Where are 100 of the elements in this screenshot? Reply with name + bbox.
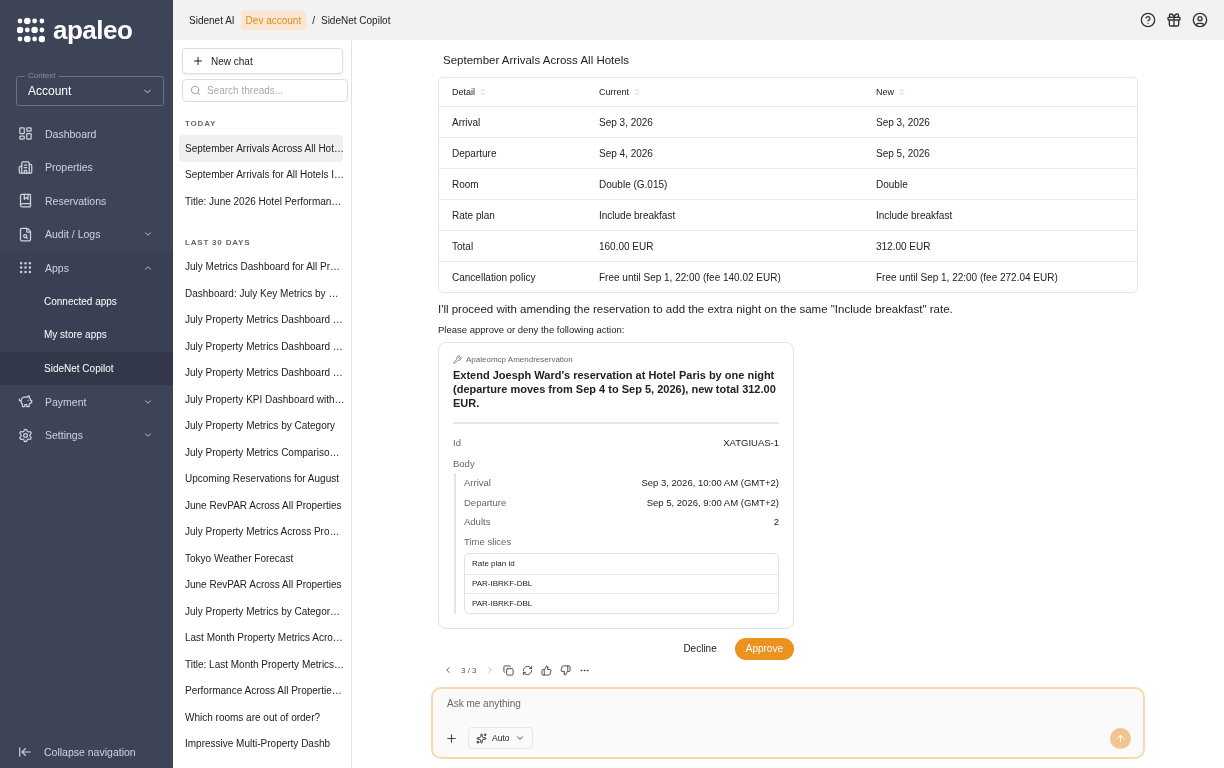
- user-icon[interactable]: [1192, 12, 1208, 28]
- nav-icon: [18, 427, 33, 443]
- thread-item[interactable]: June RevPAR Across All Properties: [179, 492, 343, 519]
- table-cell-text: Double (G.015): [599, 178, 669, 190]
- refresh-icon[interactable]: [521, 664, 533, 676]
- thread-item[interactable]: Impressive Multi-Property Dashb: [179, 730, 343, 757]
- thread-item[interactable]: July Metrics Dashboard for All Pr…: [179, 253, 343, 280]
- thread-item[interactable]: Title: Last Month Property Metrics…: [179, 651, 343, 678]
- breadcrumb-item[interactable]: SideNet Copilot: [320, 14, 391, 26]
- thread-item[interactable]: July Property Metrics Across Pro…: [179, 518, 343, 545]
- column-header[interactable]: Current: [599, 87, 629, 97]
- table-cell-text: Total: [452, 240, 475, 252]
- nav-subitem[interactable]: Connected apps: [0, 284, 173, 318]
- thread-item[interactable]: July Property Metrics by Categor…: [179, 598, 343, 625]
- breadcrumb-separator: /: [312, 14, 315, 26]
- table-cell-text: Room: [452, 178, 480, 190]
- field-label: Body: [453, 457, 475, 469]
- account-badge: Dev account: [240, 10, 307, 30]
- nav-subitem[interactable]: My store apps: [0, 318, 173, 352]
- table-cell-text: Sep 4, 2026: [599, 147, 654, 159]
- thread-item[interactable]: Tokyo Weather Forecast: [179, 545, 343, 572]
- thread-item[interactable]: July Property Metrics by Category: [179, 412, 343, 439]
- collapse-icon: [18, 745, 32, 759]
- thread-item[interactable]: Dashboard: July Key Metrics by …: [179, 280, 343, 307]
- thread-item[interactable]: Which rooms are out of order?: [179, 704, 343, 731]
- table-cell-text: Free until Sep 1, 22:00 (fee 272.04 EUR): [876, 271, 1059, 283]
- sparkles-icon: [476, 732, 487, 744]
- nav-item[interactable]: Dashboard: [0, 117, 173, 151]
- table-cell-text: Free until Sep 1, 22:00 (fee 140.02 EUR): [599, 271, 782, 283]
- search-icon: [190, 85, 201, 96]
- thread-item[interactable]: July Property Metrics Dashboard …: [179, 306, 343, 333]
- table-cell-text: 312.00 EUR: [876, 240, 932, 252]
- column-header[interactable]: Detail: [452, 87, 475, 97]
- new-chat-button[interactable]: New chat: [182, 48, 343, 74]
- thread-item[interactable]: July Property Metrics Dashboard …: [179, 333, 343, 360]
- field-value: Sep 3, 2026, 10:00 AM (GMT+2): [641, 477, 779, 489]
- thread-item[interactable]: Performance Across All Propertie…: [179, 677, 343, 704]
- table-cell: PAR-IBRKF-DBL: [472, 598, 533, 608]
- table-cell-text: Sep 3, 2026: [599, 116, 654, 128]
- logo-text: apaleo: [53, 14, 133, 46]
- table-cell-text: Departure: [452, 147, 498, 159]
- nav-icon: [18, 260, 33, 276]
- message-text: I'll proceed with amending the reservation to add the extra night on the same "Include breakfast" rate.: [438, 303, 954, 315]
- section-heading: TODAY: [184, 118, 218, 130]
- arrow-up-icon: [1115, 732, 1126, 744]
- field-label: Adults: [464, 516, 491, 528]
- table-cell-text: Rate plan: [452, 209, 496, 221]
- table-cell-text: Arrival: [452, 116, 482, 128]
- logo-icon: [17, 17, 45, 43]
- message-field[interactable]: Ask me anything: [445, 697, 1131, 710]
- thread-item[interactable]: September Arrivals for All Hotels I…: [179, 161, 343, 188]
- field-label: Departure: [464, 496, 507, 508]
- field-label: Time slices: [464, 535, 512, 547]
- thumbs-up-icon[interactable]: [540, 664, 552, 676]
- action-summary: Extend Joesph Ward's reservation at Hotel Paris by one night (departure moves from Sep 4 to Sep 5, 2026), new total 312.00 EUR.: [453, 368, 779, 424]
- table-cell-text: Sep 3, 2026: [876, 116, 931, 128]
- nav-item[interactable]: Properties: [0, 150, 173, 184]
- nav-icon: [18, 126, 33, 142]
- plus-icon: [192, 55, 204, 67]
- nav-item[interactable]: Settings: [0, 418, 173, 452]
- wrench-icon: [453, 355, 462, 364]
- nav-subitem[interactable]: SideNet Copilot: [0, 351, 173, 385]
- mode-select[interactable]: Auto: [468, 727, 533, 749]
- tool-name: Apaleomcp Amendreservation: [466, 355, 573, 364]
- nav-icon: [18, 226, 33, 242]
- nav-item[interactable]: Payment: [0, 385, 173, 419]
- copy-icon[interactable]: [502, 664, 514, 676]
- pager-text: 3 / 3: [461, 665, 477, 675]
- thread-item[interactable]: September Arrivals Across All Hot…: [179, 135, 343, 162]
- nav-item[interactable]: Audit / Logs: [0, 217, 173, 251]
- table-cell-text: Include breakfast: [876, 209, 954, 221]
- collapse-navigation[interactable]: Collapse navigation: [0, 744, 173, 768]
- nav-icon: [18, 193, 33, 209]
- thread-item[interactable]: July Property Metrics Compariso…: [179, 439, 343, 466]
- thumbs-down-icon[interactable]: [559, 664, 571, 676]
- decline-button[interactable]: Decline: [675, 638, 725, 659]
- field-value: Sep 5, 2026, 9:00 AM (GMT+2): [646, 496, 779, 508]
- thread-item[interactable]: June RevPAR Across All Properties: [179, 571, 343, 598]
- search-field[interactable]: Search threads...: [182, 79, 348, 102]
- field-label: Arrival: [464, 477, 491, 489]
- field-value: 2: [773, 516, 779, 528]
- plus-icon[interactable]: [445, 731, 458, 745]
- gift-icon[interactable]: [1166, 12, 1182, 28]
- thread-item[interactable]: July Property KPI Dashboard with…: [179, 386, 343, 413]
- thread-item[interactable]: Last Month Property Metrics Acro…: [179, 624, 343, 651]
- thread-item[interactable]: Title: June 2026 Hotel Performan…: [179, 188, 343, 215]
- field-label: Id: [453, 436, 461, 448]
- nav-item[interactable]: Apps: [0, 251, 173, 285]
- help-icon[interactable]: [1140, 12, 1156, 28]
- context-label: Context: [25, 71, 59, 80]
- column-header: Rate plan id: [472, 559, 515, 569]
- nav-item[interactable]: Reservations: [0, 184, 173, 218]
- column-header[interactable]: New: [876, 87, 894, 97]
- thread-item[interactable]: Upcoming Reservations for August: [179, 465, 343, 492]
- previous-icon[interactable]: [443, 665, 453, 675]
- table-title: September Arrivals Across All Hotels: [442, 54, 630, 68]
- breadcrumb-item[interactable]: Sidenet AI: [189, 14, 235, 26]
- caret-icon: [514, 733, 525, 743]
- thread-item[interactable]: July Property Metrics Dashboard …: [179, 359, 343, 386]
- table-cell: PAR-IBRKF-DBL: [472, 579, 533, 589]
